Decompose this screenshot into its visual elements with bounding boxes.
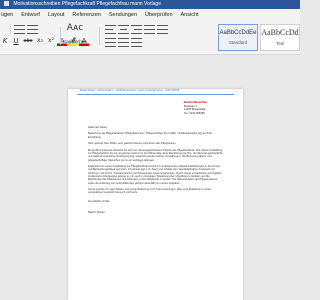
- letter-paragraph: Gerne möchte ich mein Wissen und meine E…: [88, 188, 212, 195]
- style-titel-preview: AaBbCcDd: [261, 28, 299, 37]
- shading-icon[interactable]: [105, 38, 116, 47]
- align-center-icon[interactable]: [118, 25, 129, 34]
- letter-paragraph: Ergänzend zu meiner Ausbildung zur Pfleg…: [88, 165, 222, 185]
- letter-subject: Bewerbung als Pflegefachkraft / Pflegefa…: [88, 132, 213, 139]
- kapitaelchen-label: Kapitälchen: [63, 39, 87, 44]
- document-title: Motivationsschreiben Pflegefachkraft Pfl…: [13, 1, 161, 7]
- tab-einfuegen[interactable]: ügen: [0, 9, 17, 21]
- style-standard-preview: AaBbCcDdEe: [219, 30, 257, 36]
- style-titel[interactable]: AaBbCcDd Titel: [260, 24, 300, 51]
- sender-line: Tel.: 0123 456789: [184, 111, 205, 115]
- subscript-button[interactable]: x₂: [35, 36, 45, 46]
- ribbon-separator: [10, 24, 11, 34]
- justify-icon[interactable]: [144, 25, 155, 34]
- style-standard-label: Standard: [228, 40, 248, 45]
- align-left-icon[interactable]: [105, 25, 116, 34]
- page-header-rule: [77, 94, 234, 95]
- tab-ansicht[interactable]: Ansicht: [177, 9, 203, 21]
- letter-signature: Beatrix Muster: [88, 210, 105, 214]
- kapitaelchen-button[interactable]: Aᴀᴄ Kapitälchen: [60, 23, 90, 44]
- letter-paragraph: Mit großem Interesse bewerbe ich mich um…: [88, 148, 223, 162]
- style-titel-label: Titel: [275, 41, 285, 46]
- letter-greeting: Hallo Herr Meier,: [88, 126, 108, 129]
- page-header-text: Beatrix Muster · Musterstraße 1 · 12345 …: [80, 89, 180, 92]
- letter-salutation: Sehr geehrte Frau Müller, sehr geehrte D…: [88, 142, 177, 146]
- italic-button[interactable]: K: [0, 36, 10, 46]
- ribbon-tabs: ügen Entwurf Layout Referenzen Sendungen…: [0, 9, 300, 21]
- paragraph-tools-2: [105, 38, 144, 47]
- tab-sendungen[interactable]: Sendungen: [105, 9, 141, 21]
- kapitaelchen-icon: Aᴀᴄ: [66, 23, 84, 33]
- ribbon-spacer: [0, 24, 6, 34]
- tab-referenzen[interactable]: Referenzen: [68, 9, 104, 21]
- style-standard[interactable]: AaBbCcDdEe Standard: [218, 24, 258, 51]
- ribbon-row-top: [0, 24, 40, 34]
- tab-entwurf[interactable]: Entwurf: [17, 9, 44, 21]
- title-bar: Motivationsschreiben Pflegefachkraft Pfl…: [0, 0, 300, 9]
- sort-icon[interactable]: [131, 38, 142, 47]
- borders-icon[interactable]: [118, 38, 129, 47]
- line-spacing-icon[interactable]: [157, 25, 168, 34]
- ribbon-separator: [99, 27, 100, 45]
- align-right-icon[interactable]: [131, 25, 142, 34]
- tab-ueberpruefen[interactable]: Überprüfen: [141, 9, 177, 21]
- tab-layout[interactable]: Layout: [44, 9, 69, 21]
- sender-block: Beatrix Musterfrau Musterstr. 1 12345 Mu…: [184, 101, 207, 115]
- underline-button[interactable]: U: [11, 36, 21, 46]
- letter-body: Hallo Herr Meier, Bewerbung als Pflegefa…: [88, 126, 224, 214]
- paragraph-tools: [105, 25, 170, 34]
- document-page[interactable]: Beatrix Muster · Musterstraße 1 · 12345 …: [68, 89, 243, 300]
- document-icon: [4, 1, 9, 7]
- ribbon: K U abc x₂ x² A A Aᴀᴄ Kapitälchen AaBbCc…: [0, 21, 300, 55]
- letter-closing: Freundliche Grüße: [88, 199, 110, 203]
- numbered-list-icon[interactable]: [27, 24, 38, 34]
- strikethrough-button[interactable]: abc: [22, 36, 34, 46]
- bullet-list-icon[interactable]: [14, 24, 25, 34]
- superscript-button[interactable]: x²: [46, 36, 56, 46]
